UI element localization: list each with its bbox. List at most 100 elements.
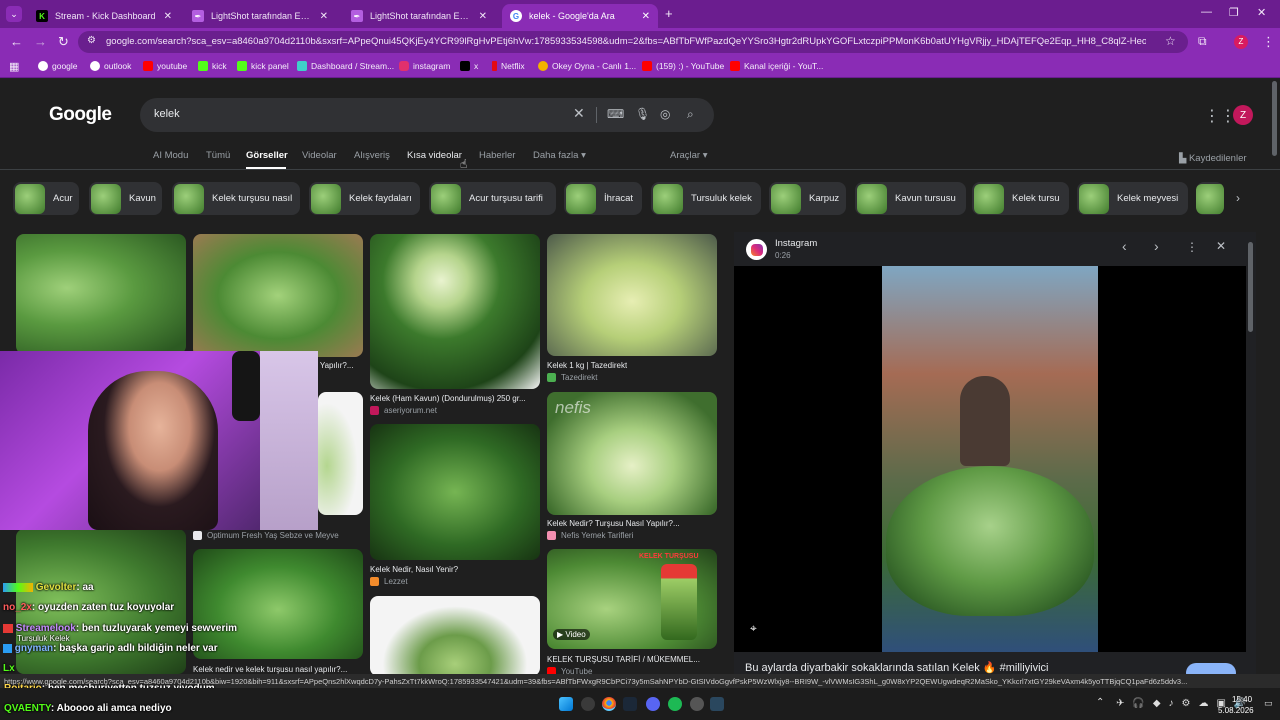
address-bar[interactable]: ⚙ google.com/search?sca_esv=a8460a9704d2… — [78, 31, 1188, 53]
tab-kick-dashboard[interactable]: K Stream - Kick Dashboard ✕ — [28, 4, 180, 28]
chip-kelek-tursusu-nasil[interactable]: Kelek turşusu nasıl — [172, 182, 300, 215]
close-icon[interactable]: ✕ — [642, 11, 650, 22]
result-title[interactable]: Kelek Nedir, Nasıl Yenir? — [370, 565, 458, 574]
result-image[interactable] — [370, 424, 540, 560]
window-close-icon[interactable]: ✕ — [1257, 6, 1266, 19]
result-image[interactable] — [370, 234, 540, 389]
result-title[interactable]: Kelek nedir ve kelek turşusu nasıl yapıl… — [193, 665, 363, 674]
result-video[interactable]: KELEK TURŞUSU ▶ Video — [547, 549, 717, 649]
tab-lightshot-2[interactable]: ✒ LightShot tarafından Ekran Görü ✕ — [343, 4, 495, 28]
lens-icon[interactable]: ◎ — [660, 107, 670, 121]
result-image[interactable] — [16, 234, 186, 354]
clock-time[interactable]: 15:40 — [1232, 695, 1252, 704]
tab-short-videos[interactable]: Kısa videolar — [407, 150, 462, 161]
bookmark-item[interactable]: Kanal içeriği - YouT... — [730, 61, 823, 71]
close-panel-icon[interactable]: ✕ — [1216, 239, 1226, 253]
bookmark-item[interactable]: Okey Oyna - Canlı 1... — [538, 61, 636, 71]
tray-chevron-icon[interactable]: ⌃ — [1096, 697, 1104, 708]
url-text[interactable]: google.com/search?sca_esv=a8460a9704d211… — [106, 36, 1146, 47]
bookmark-item[interactable]: kick — [198, 61, 227, 71]
result-title[interactable]: KELEK TURŞUSU TARİFİ / MÜKEMMEL... — [547, 655, 717, 664]
menu-icon[interactable]: ⋮ — [1262, 34, 1275, 50]
search-icon[interactable]: ⌕ — [687, 107, 694, 122]
forward-icon[interactable]: → — [34, 34, 47, 49]
preview-source[interactable]: Instagram — [775, 238, 817, 249]
preview-caption[interactable]: Bu aylarda diyarbakir sokaklarında satıl… — [745, 661, 1185, 674]
reload-icon[interactable]: ↻ — [58, 34, 69, 50]
chrome-icon[interactable] — [602, 697, 616, 711]
tab-videos[interactable]: Videolar — [302, 150, 337, 161]
search-input[interactable]: kelek — [154, 108, 180, 120]
chip-kavun[interactable]: Kavun — [89, 182, 162, 215]
back-icon[interactable]: ← — [10, 34, 23, 49]
search-icon[interactable] — [581, 697, 595, 711]
bookmark-item[interactable]: google — [38, 61, 78, 71]
extensions-icon[interactable]: ⧉ — [1198, 34, 1207, 49]
result-image[interactable] — [547, 234, 717, 356]
google-logo[interactable]: Google — [49, 104, 112, 126]
chip-acur-tursusu-tarifi[interactable]: Acur turşusu tarifi — [429, 182, 556, 215]
close-icon[interactable]: ✕ — [320, 11, 328, 22]
tab-news[interactable]: Haberler — [479, 150, 515, 161]
next-icon[interactable]: › — [1154, 238, 1159, 254]
avatar[interactable]: Z — [1233, 105, 1253, 125]
bookmark-item[interactable]: Dashboard / Stream... — [297, 61, 394, 71]
bookmark-item[interactable]: instagram — [399, 61, 450, 71]
chevron-right-icon[interactable]: › — [1236, 191, 1240, 205]
saved-button[interactable]: ▙ Kaydedilenler — [1179, 153, 1247, 164]
more-options-icon[interactable]: ⋮ — [1186, 240, 1198, 254]
result-source[interactable]: Nefis Yemek Tarifleri — [547, 531, 633, 540]
result-title[interactable]: Kelek 1 kg | Tazedirekt — [547, 361, 627, 370]
tab-shopping[interactable]: Alışveriş — [354, 150, 390, 161]
result-image[interactable] — [318, 392, 363, 515]
bookmark-item[interactable]: Netflix — [492, 61, 525, 71]
restore-icon[interactable]: ❐ — [1229, 6, 1239, 19]
chip-karpuz[interactable]: Karpuz — [769, 182, 846, 215]
app-icon[interactable] — [690, 697, 704, 711]
page-scrollbar[interactable] — [1272, 81, 1277, 156]
tab-google-search[interactable]: G kelek - Google'da Ara ✕ — [502, 4, 658, 28]
discord-icon[interactable] — [646, 697, 660, 711]
close-icon[interactable]: ✕ — [164, 11, 172, 22]
profile-avatar[interactable]: Z — [1234, 35, 1248, 49]
close-icon[interactable]: ✕ — [479, 11, 487, 22]
bookmark-item[interactable]: kick panel — [237, 61, 289, 71]
spotify-icon[interactable] — [668, 697, 682, 711]
result-image[interactable] — [370, 596, 540, 676]
clock-date[interactable]: 5.08.2026 — [1218, 706, 1254, 715]
search-box[interactable]: kelek ✕ ⌨ 🎙 ◎ ⌕ — [140, 98, 714, 132]
apps-grid-icon[interactable]: ▦ — [9, 60, 19, 73]
previous-icon[interactable]: ‹ — [1122, 238, 1127, 254]
steam-icon[interactable] — [710, 697, 724, 711]
tab-search-icon[interactable]: ⌄ — [6, 6, 22, 22]
result-source[interactable]: Lezzet — [370, 577, 408, 586]
bookmark-item[interactable]: (159) :) - YouTube — [642, 61, 724, 71]
result-image[interactable] — [193, 549, 363, 659]
bookmark-item[interactable]: outlook — [90, 61, 131, 71]
microphone-icon[interactable]: 🎙 — [635, 107, 650, 121]
chip-kelek-meyvesi[interactable]: Kelek meyvesi — [1077, 182, 1188, 215]
windows-start-icon[interactable] — [559, 697, 573, 711]
bookmark-item[interactable]: youtube — [143, 61, 187, 71]
bookmark-star-icon[interactable]: ☆ — [1165, 34, 1176, 48]
site-info-icon[interactable]: ⚙ — [87, 35, 96, 46]
chip-acur[interactable]: Acur — [13, 182, 79, 215]
new-tab-icon[interactable]: + — [665, 6, 673, 21]
clear-icon[interactable]: ✕ — [573, 105, 585, 122]
chip-more[interactable] — [1196, 182, 1224, 215]
result-source[interactable]: Optimum Fresh Yaş Sebze ve Meyve — [193, 531, 339, 540]
tools-button[interactable]: Araçlar ▾ — [670, 150, 708, 161]
result-image[interactable] — [193, 234, 363, 357]
tab-images[interactable]: Görseller — [246, 150, 288, 161]
notification-icon[interactable]: ▭ — [1264, 698, 1273, 709]
bookmark-item[interactable]: x — [460, 61, 478, 71]
tab-ai-mode[interactable]: AI Modu — [153, 150, 188, 161]
keyboard-icon[interactable]: ⌨ — [607, 107, 624, 121]
result-source[interactable]: aseriyorum.net — [370, 406, 437, 415]
result-image[interactable]: nefis — [547, 392, 717, 515]
result-source[interactable]: Tazedirekt — [547, 373, 597, 382]
chip-kavun-tursusu[interactable]: Kavun tursusu — [855, 182, 966, 215]
chip-kelek-tursu[interactable]: Kelek tursu — [972, 182, 1069, 215]
lens-search-icon[interactable]: ⌖ — [750, 621, 757, 636]
steam-icon[interactable] — [623, 697, 637, 711]
